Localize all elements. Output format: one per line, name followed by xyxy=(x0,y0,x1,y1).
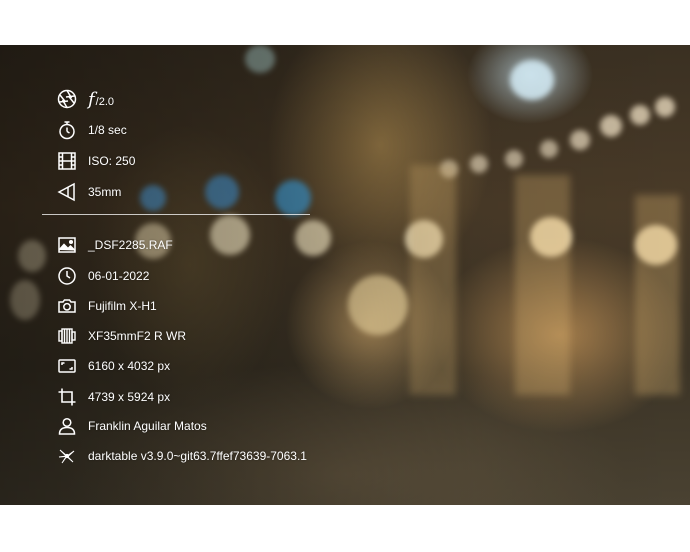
author-value: Franklin Aguilar Matos xyxy=(88,419,207,433)
crop-row: 4739 x 5924 px xyxy=(56,386,170,408)
lens-row: XF35mmF2 R WR xyxy=(56,325,186,347)
lens-value: XF35mmF2 R WR xyxy=(88,329,187,343)
dimensions-value: 6160 x 4032 px xyxy=(88,359,171,373)
aperture-row: f/2.0 xyxy=(56,88,114,110)
date-value: 06-01-2022 xyxy=(88,269,150,283)
dimensions-row: 6160 x 4032 px xyxy=(56,355,170,377)
author-row: Franklin Aguilar Matos xyxy=(56,415,207,437)
focal-value: 35mm xyxy=(88,185,122,199)
lens-icon xyxy=(56,325,78,347)
crop-icon xyxy=(56,386,78,408)
stopwatch-icon xyxy=(56,119,78,141)
software-value: darktable v3.9.0~git63.7ffef73639-7063.1 xyxy=(88,449,307,463)
aperture-value: /2.0 xyxy=(95,95,115,108)
clock-icon xyxy=(56,265,78,287)
darktable-icon xyxy=(56,445,78,467)
lens-angle-icon xyxy=(56,181,78,203)
date-row: 06-01-2022 xyxy=(56,265,149,287)
frame-icon xyxy=(56,355,78,377)
aperture-symbol: f xyxy=(88,88,95,110)
aperture-icon xyxy=(56,88,78,110)
film-icon xyxy=(56,150,78,172)
iso-value: ISO: 250 xyxy=(88,154,136,168)
crop-value: 4739 x 5924 px xyxy=(88,390,171,404)
camera-icon xyxy=(56,295,78,317)
file-row: _DSF2285.RAF xyxy=(56,234,173,256)
section-divider xyxy=(42,214,310,215)
image-icon xyxy=(56,234,78,256)
iso-row: ISO: 250 xyxy=(56,150,135,172)
camera-value: Fujifilm X-H1 xyxy=(88,299,157,313)
shutter-row: 1/8 sec xyxy=(56,119,127,141)
focal-row: 35mm xyxy=(56,181,121,203)
camera-row: Fujifilm X-H1 xyxy=(56,295,157,317)
filename: _DSF2285.RAF xyxy=(88,238,173,252)
person-icon xyxy=(56,415,78,437)
software-row: darktable v3.9.0~git63.7ffef73639-7063.1 xyxy=(56,445,307,467)
shutter-value: 1/8 sec xyxy=(88,123,127,137)
